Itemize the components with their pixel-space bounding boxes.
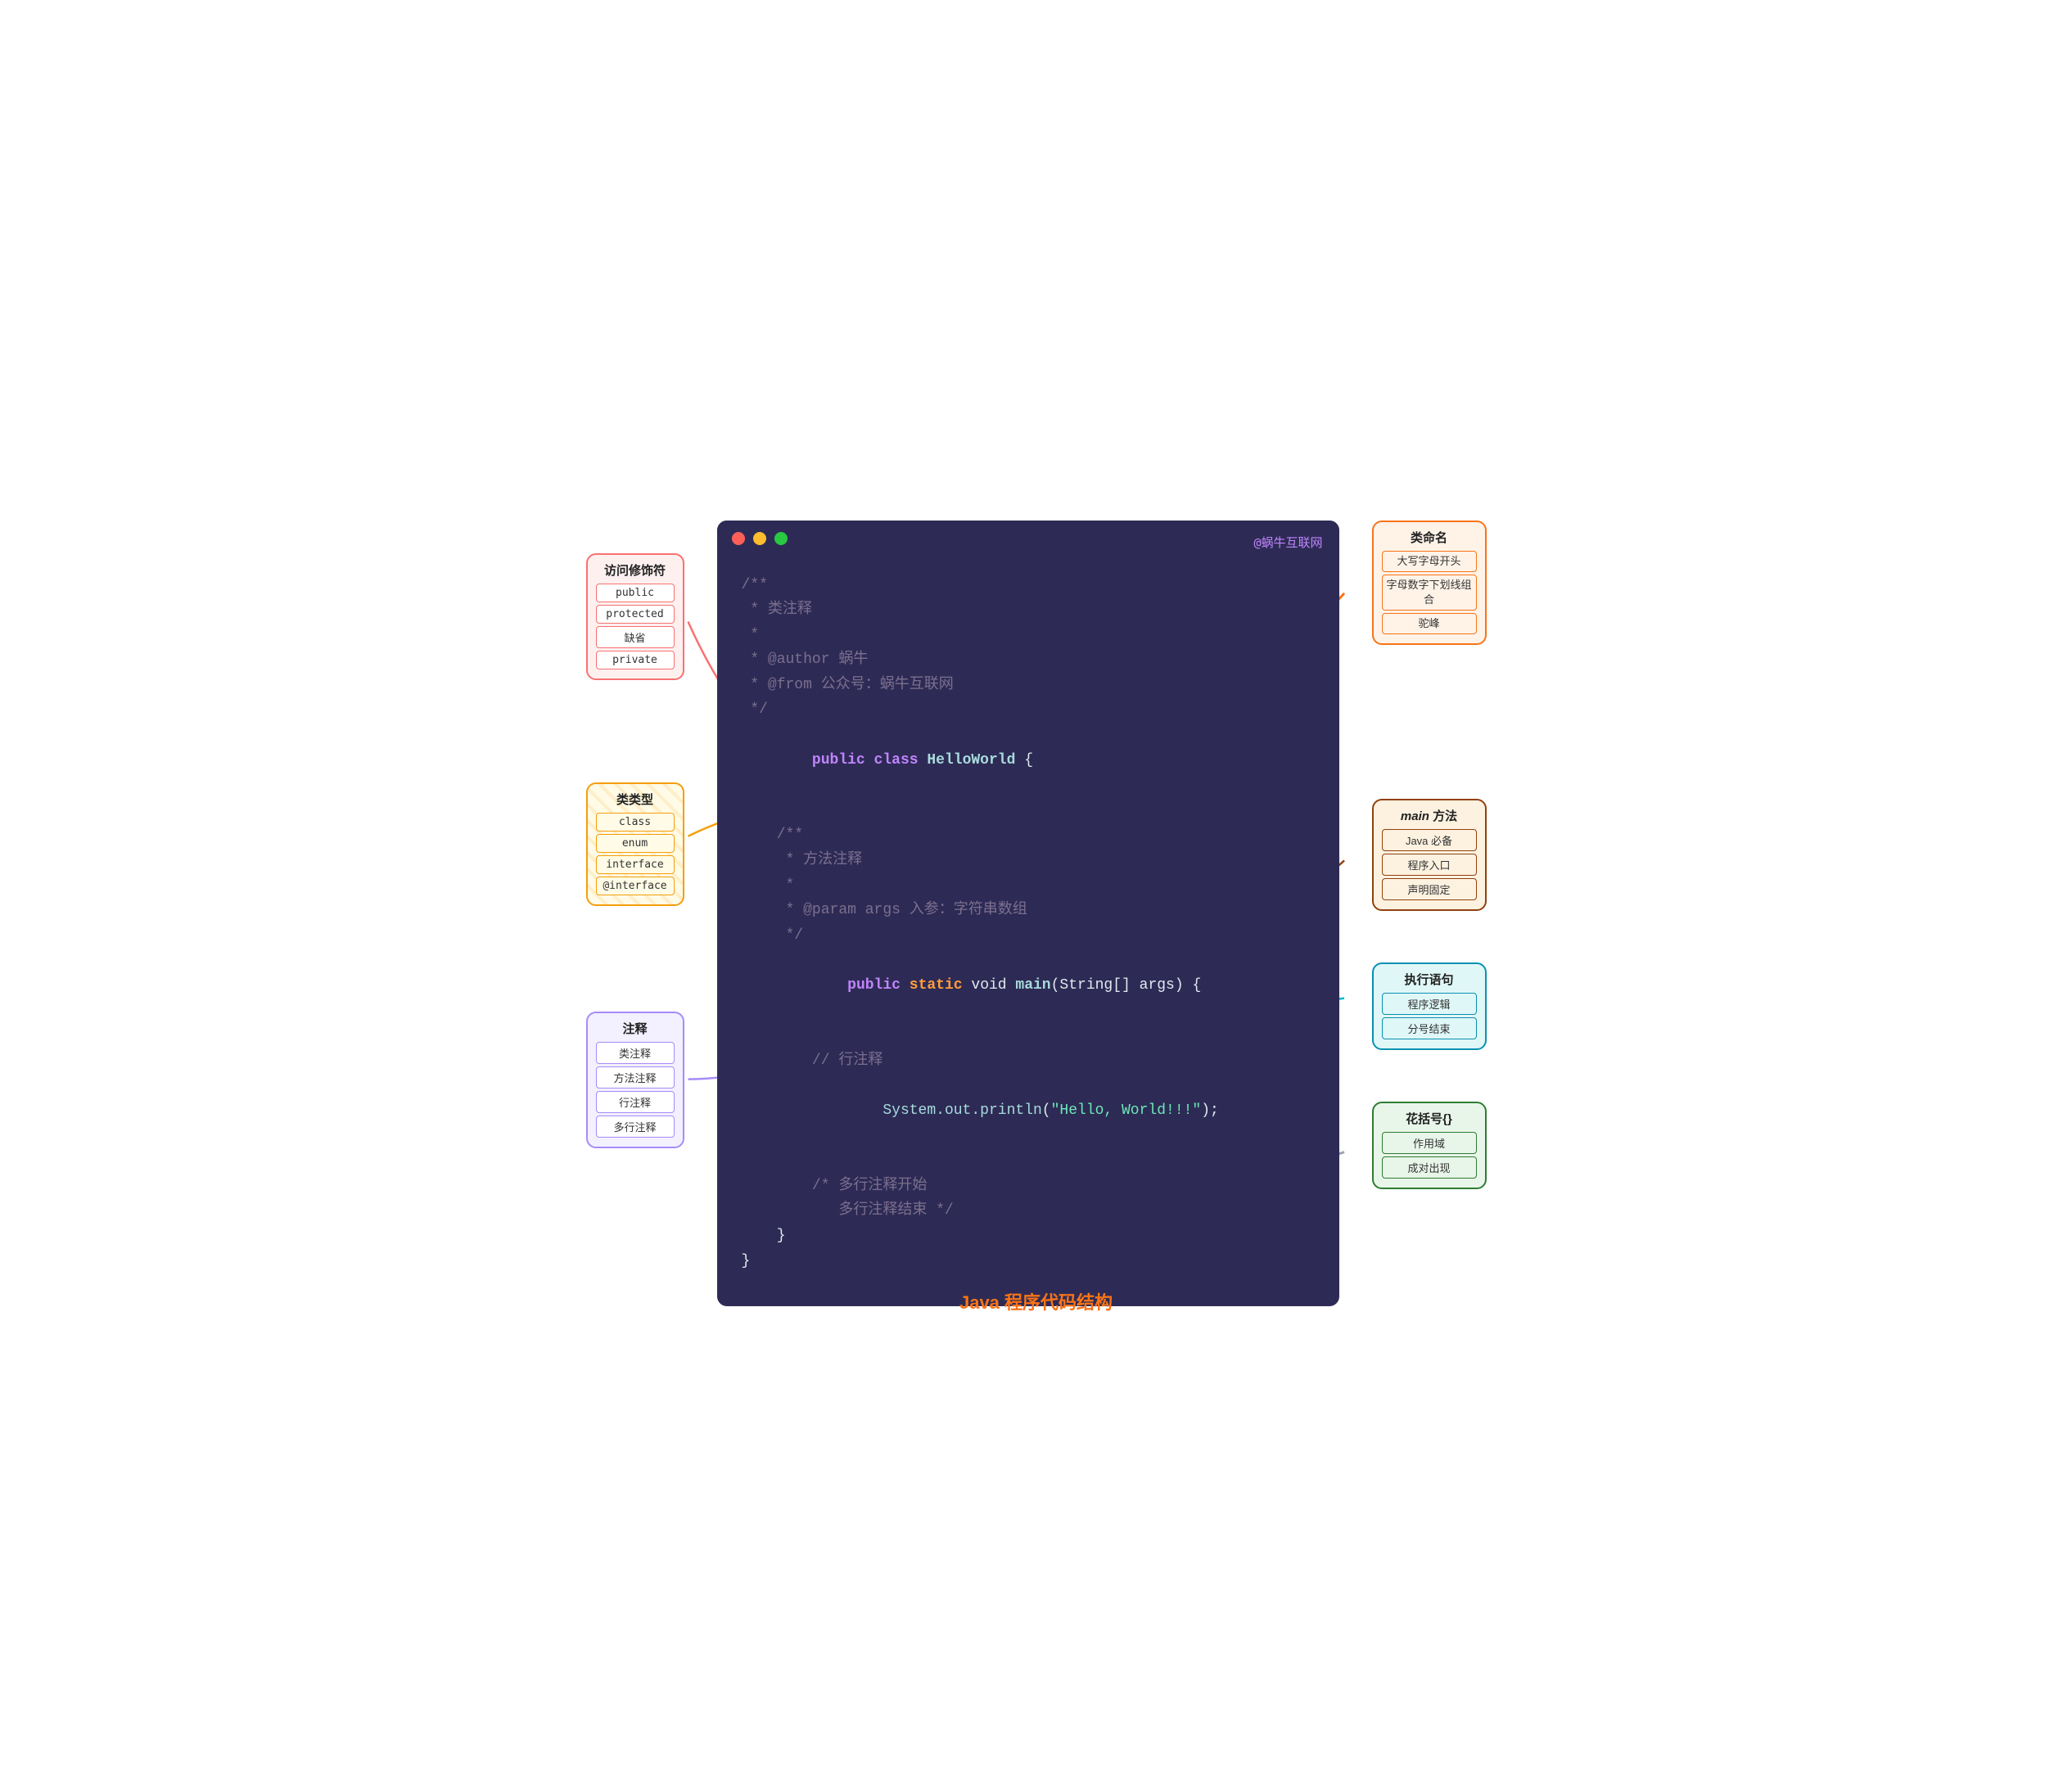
minimize-dot [753, 532, 766, 545]
code-body: /** * 类注释 * * @author 蜗牛 * @from 公众号：蜗牛互… [717, 557, 1339, 1307]
editor-titlebar [717, 521, 1339, 557]
comment-item-multiline: 多行注释 [596, 1116, 675, 1138]
code-line: /** [742, 573, 1315, 598]
brace-box: 花括号{} 作用域 成对出现 [1372, 1102, 1487, 1189]
class-name-title: 类命名 [1382, 529, 1477, 546]
class-name-box: 类命名 大写字母开头 字母数字下划线组合 驼峰 [1372, 521, 1487, 646]
blank-line [742, 1023, 1315, 1048]
page-title: Java 程序代码结构 [586, 1288, 1487, 1314]
code-line: * 方法注释 [742, 848, 1315, 873]
classtype-item-enum: enum [596, 834, 675, 853]
code-editor: @蜗牛互联网 /** * 类注释 * * @author 蜗牛 * @from … [717, 521, 1339, 1307]
class-type-title: 类类型 [596, 791, 675, 808]
main-item-fixed: 声明固定 [1382, 878, 1477, 900]
classtype-item-annotation: @interface [596, 877, 675, 895]
close-dot [732, 532, 745, 545]
watermark: @蜗牛互联网 [1253, 534, 1322, 551]
main-item-required: Java 必备 [1382, 829, 1477, 851]
code-line: * @from 公众号：蜗牛互联网 [742, 673, 1315, 698]
access-item-protected: protected [596, 605, 675, 624]
access-item-default: 缺省 [596, 626, 675, 648]
exec-item-semicolon: 分号结束 [1382, 1017, 1477, 1039]
comment-item-line: 行注释 [596, 1091, 675, 1113]
exec-sentence-title: 执行语句 [1382, 971, 1477, 988]
brace-title: 花括号{} [1382, 1110, 1477, 1127]
class-declaration-line: public class HelloWorld { [742, 723, 1315, 798]
classname-item-camel: 驼峰 [1382, 613, 1477, 634]
classtype-item-class: class [596, 813, 675, 832]
classname-item-combo: 字母数字下划线组合 [1382, 575, 1477, 611]
exec-sentence-box: 执行语句 程序逻辑 分号结束 [1372, 962, 1487, 1050]
code-line: */ [742, 697, 1315, 723]
method-declaration-line: public static void main(String[] args) { [742, 948, 1315, 1023]
brace-item-pair: 成对出现 [1382, 1156, 1477, 1179]
code-line: * [742, 873, 1315, 899]
maximize-dot [774, 532, 788, 545]
println-line: System.out.println("Hello, World!!!"); [742, 1073, 1315, 1148]
close-outer-brace: } [742, 1249, 1315, 1274]
classname-item-uppercase: 大写字母开头 [1382, 551, 1477, 572]
multiline-comment-1: /* 多行注释开始 [742, 1174, 1315, 1199]
code-line: */ [742, 923, 1315, 949]
main-method-title: main 方法 [1382, 807, 1477, 824]
brace-item-scope: 作用域 [1382, 1132, 1477, 1154]
blank-line [742, 1148, 1315, 1174]
comment-item-class: 类注释 [596, 1042, 675, 1064]
main-item-entry: 程序入口 [1382, 854, 1477, 876]
access-modifier-title: 访问修饰符 [596, 561, 675, 579]
code-line: * 类注释 [742, 597, 1315, 623]
access-item-private: private [596, 651, 675, 669]
access-item-public: public [596, 584, 675, 602]
classtype-item-interface: interface [596, 855, 675, 874]
close-inner-brace: } [742, 1224, 1315, 1249]
exec-item-logic: 程序逻辑 [1382, 993, 1477, 1015]
line-comment-line: // 行注释 [742, 1048, 1315, 1074]
comment-item-method: 方法注释 [596, 1066, 675, 1089]
comment-type-box: 注释 类注释 方法注释 行注释 多行注释 [586, 1012, 684, 1148]
access-modifier-box: 访问修饰符 public protected 缺省 private [586, 553, 684, 680]
code-line: /** [742, 823, 1315, 848]
comment-type-title: 注释 [596, 1020, 675, 1037]
code-line: * @author 蜗牛 [742, 647, 1315, 673]
code-line: * @param args 入参：字符串数组 [742, 898, 1315, 923]
class-type-box: 类类型 class enum interface @interface [586, 782, 684, 906]
code-line: * [742, 623, 1315, 648]
blank-line [742, 798, 1315, 823]
main-method-box: main 方法 Java 必备 程序入口 声明固定 [1372, 799, 1487, 911]
multiline-comment-2: 多行注释结束 */ [742, 1198, 1315, 1224]
